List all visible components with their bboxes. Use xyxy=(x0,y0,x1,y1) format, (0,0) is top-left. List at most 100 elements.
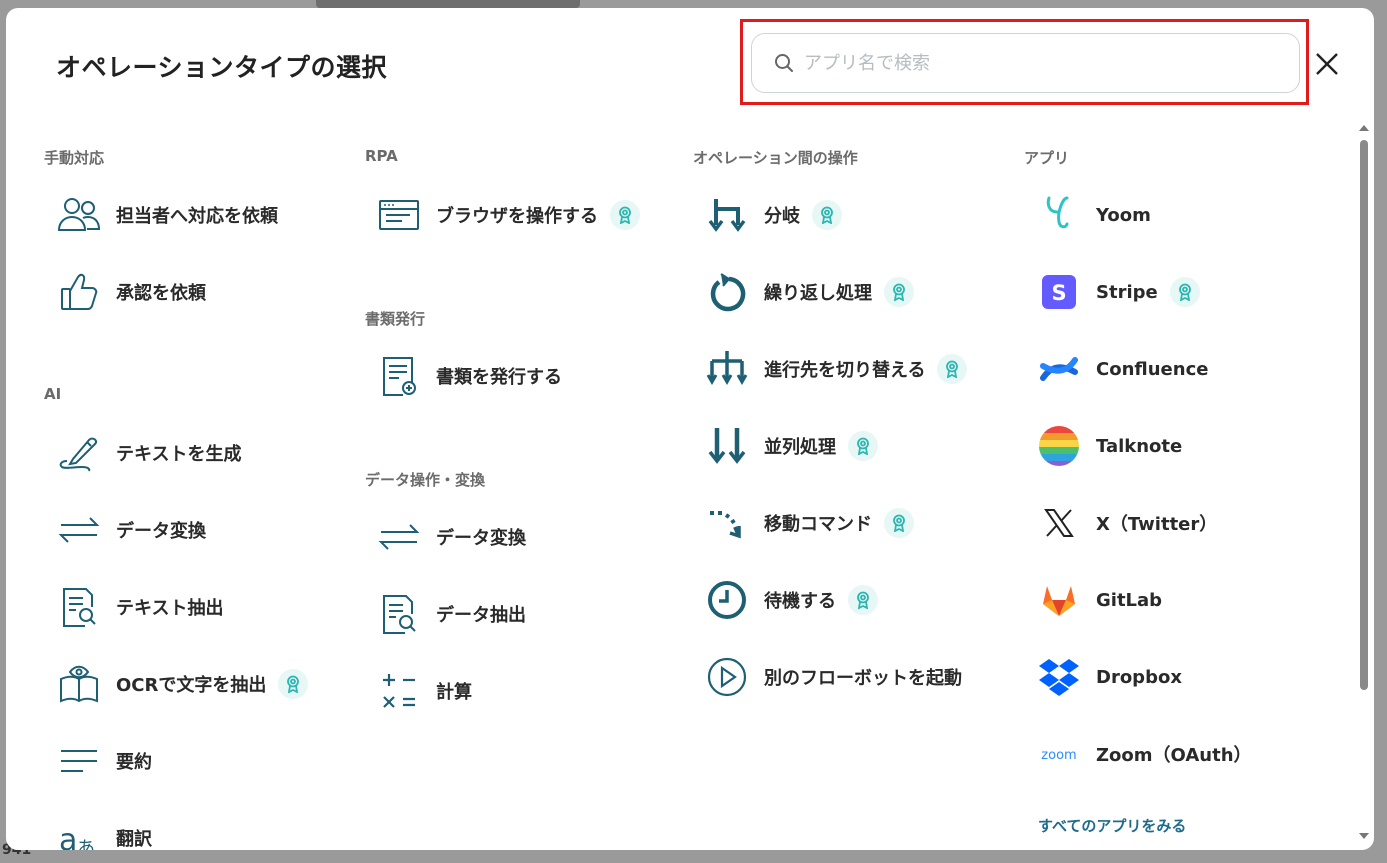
app-item-gitlab[interactable]: GitLab xyxy=(1036,577,1162,623)
op-item-data-extract[interactable]: データ抽出 xyxy=(376,591,526,637)
op-item-label: データ変換 xyxy=(116,521,206,542)
op-item-ai-data-convert[interactable]: データ変換 xyxy=(56,507,206,553)
svg-text:S: S xyxy=(1051,281,1066,305)
section-heading-apps: アプリ xyxy=(1024,149,1070,167)
app-item-label: Confluence xyxy=(1096,358,1209,380)
op-item-wait[interactable]: 待機する xyxy=(704,577,878,623)
document-search-icon xyxy=(56,584,102,630)
scrollbar[interactable] xyxy=(1358,122,1370,848)
op-item-label: データ抽出 xyxy=(436,605,526,626)
app-item-yoom[interactable]: Yoom xyxy=(1036,192,1151,238)
award-icon xyxy=(857,591,869,609)
op-item-loop[interactable]: 繰り返し処理 xyxy=(704,269,914,315)
op-item-calculate[interactable]: 計算 xyxy=(376,668,472,714)
op-item-label: 承認を依頼 xyxy=(116,283,206,304)
app-item-label: GitLab xyxy=(1096,589,1163,611)
section-heading-documents: 書類発行 xyxy=(365,310,426,328)
op-item-label: 進行先を切り替える xyxy=(764,360,926,381)
premium-badge xyxy=(848,431,878,461)
award-icon xyxy=(857,437,869,455)
op-item-translate[interactable]: aあ 翻訳 xyxy=(56,815,152,850)
swap-arrows-icon xyxy=(56,507,102,553)
op-item-switch-path[interactable]: 進行先を切り替える xyxy=(704,346,968,392)
loop-icon xyxy=(704,269,750,315)
op-item-move-command[interactable]: 移動コマンド xyxy=(704,500,914,546)
premium-badge xyxy=(278,669,309,699)
lines-icon xyxy=(56,738,102,784)
section-heading-manual: 手動対応 xyxy=(44,149,105,167)
app-item-talknote[interactable]: Talknote xyxy=(1036,423,1182,469)
op-item-label: 繰り返し処理 xyxy=(764,283,872,304)
op-item-label: 担当者へ対応を依頼 xyxy=(116,206,278,227)
op-item-label: 書類を発行する xyxy=(436,367,562,388)
document-plus-icon xyxy=(376,353,422,399)
op-item-text-extract[interactable]: テキスト抽出 xyxy=(56,584,223,630)
op-item-summarize[interactable]: 要約 xyxy=(56,738,152,784)
op-item-label: 待機する xyxy=(764,591,836,612)
op-item-parallel[interactable]: 並列処理 xyxy=(704,423,878,469)
scroll-down-icon[interactable] xyxy=(1358,830,1370,842)
op-item-request-approval[interactable]: 承認を依頼 xyxy=(56,269,206,315)
op-item-label: 要約 xyxy=(116,752,152,773)
premium-badge xyxy=(884,277,914,307)
section-heading-ai: AI xyxy=(44,385,62,403)
app-item-label: Zoom（OAuth） xyxy=(1096,745,1252,766)
section-heading-operations: オペレーション間の操作 xyxy=(693,149,858,167)
premium-badge xyxy=(848,585,878,615)
op-item-label: OCRで文字を抽出 xyxy=(116,675,267,696)
yoom-logo-icon xyxy=(1036,192,1082,238)
svg-text:あ: あ xyxy=(77,838,95,850)
op-item-label: ブラウザを操作する xyxy=(436,206,598,227)
x-logo-icon xyxy=(1036,500,1082,546)
app-item-stripe[interactable]: S Stripe xyxy=(1036,269,1200,315)
pen-icon xyxy=(56,430,102,476)
stripe-logo-icon: S xyxy=(1036,269,1082,315)
operation-type-dialog: オペレーションタイプの選択 手動対応 担当者へ対応を依頼 承認を依頼 AI テキ… xyxy=(6,8,1374,850)
op-item-start-other-flowbot[interactable]: 別のフローボットを起動 xyxy=(704,654,962,700)
op-item-issue-document[interactable]: 書類を発行する xyxy=(376,353,562,399)
gitlab-logo-icon xyxy=(1036,577,1082,623)
close-button[interactable] xyxy=(1314,51,1340,77)
document-search-icon xyxy=(376,591,422,637)
op-item-data-convert[interactable]: データ変換 xyxy=(376,514,526,560)
view-all-apps-link[interactable]: すべてのアプリをみる xyxy=(1038,815,1186,836)
book-eye-icon xyxy=(56,661,102,707)
dropbox-logo-icon xyxy=(1036,654,1082,700)
app-item-dropbox[interactable]: Dropbox xyxy=(1036,654,1182,700)
premium-badge xyxy=(812,200,842,230)
app-item-zoom[interactable]: zoom Zoom（OAuth） xyxy=(1036,731,1252,777)
search-input[interactable] xyxy=(804,52,1244,74)
app-item-confluence[interactable]: Confluence xyxy=(1036,346,1208,392)
browser-icon xyxy=(376,192,422,238)
app-item-x-twitter[interactable]: X（Twitter） xyxy=(1036,500,1217,546)
op-item-label: 翻訳 xyxy=(116,829,152,850)
premium-badge xyxy=(610,200,640,230)
award-icon xyxy=(946,360,959,378)
op-item-label: 別のフローボットを起動 xyxy=(764,668,962,689)
search-field[interactable] xyxy=(751,33,1300,93)
scrollbar-thumb[interactable] xyxy=(1360,140,1368,690)
award-icon xyxy=(619,206,631,224)
swap-arrows-icon xyxy=(376,514,422,560)
move-icon xyxy=(704,500,750,546)
op-item-branch[interactable]: 分岐 xyxy=(704,192,842,238)
op-item-generate-text[interactable]: テキストを生成 xyxy=(56,430,241,476)
thumbs-up-icon xyxy=(56,269,102,315)
svg-text:a: a xyxy=(59,823,77,850)
op-item-ocr[interactable]: OCRで文字を抽出 xyxy=(56,661,309,707)
award-icon xyxy=(287,675,300,693)
op-item-browser[interactable]: ブラウザを操作する xyxy=(376,192,640,238)
scroll-up-icon[interactable] xyxy=(1358,122,1370,134)
calculator-icon xyxy=(376,668,422,714)
op-item-label: データ変換 xyxy=(436,528,526,549)
switch-path-icon xyxy=(704,346,750,392)
parallel-icon xyxy=(704,423,750,469)
op-item-label: テキストを生成 xyxy=(116,444,242,465)
award-icon xyxy=(821,206,833,224)
confluence-logo-icon xyxy=(1036,346,1082,392)
op-item-request-assignee[interactable]: 担当者へ対応を依頼 xyxy=(56,192,278,238)
award-icon xyxy=(1178,283,1191,301)
zoom-logo-icon: zoom xyxy=(1036,731,1082,777)
award-icon xyxy=(893,514,905,532)
op-item-label: 並列処理 xyxy=(764,437,836,458)
